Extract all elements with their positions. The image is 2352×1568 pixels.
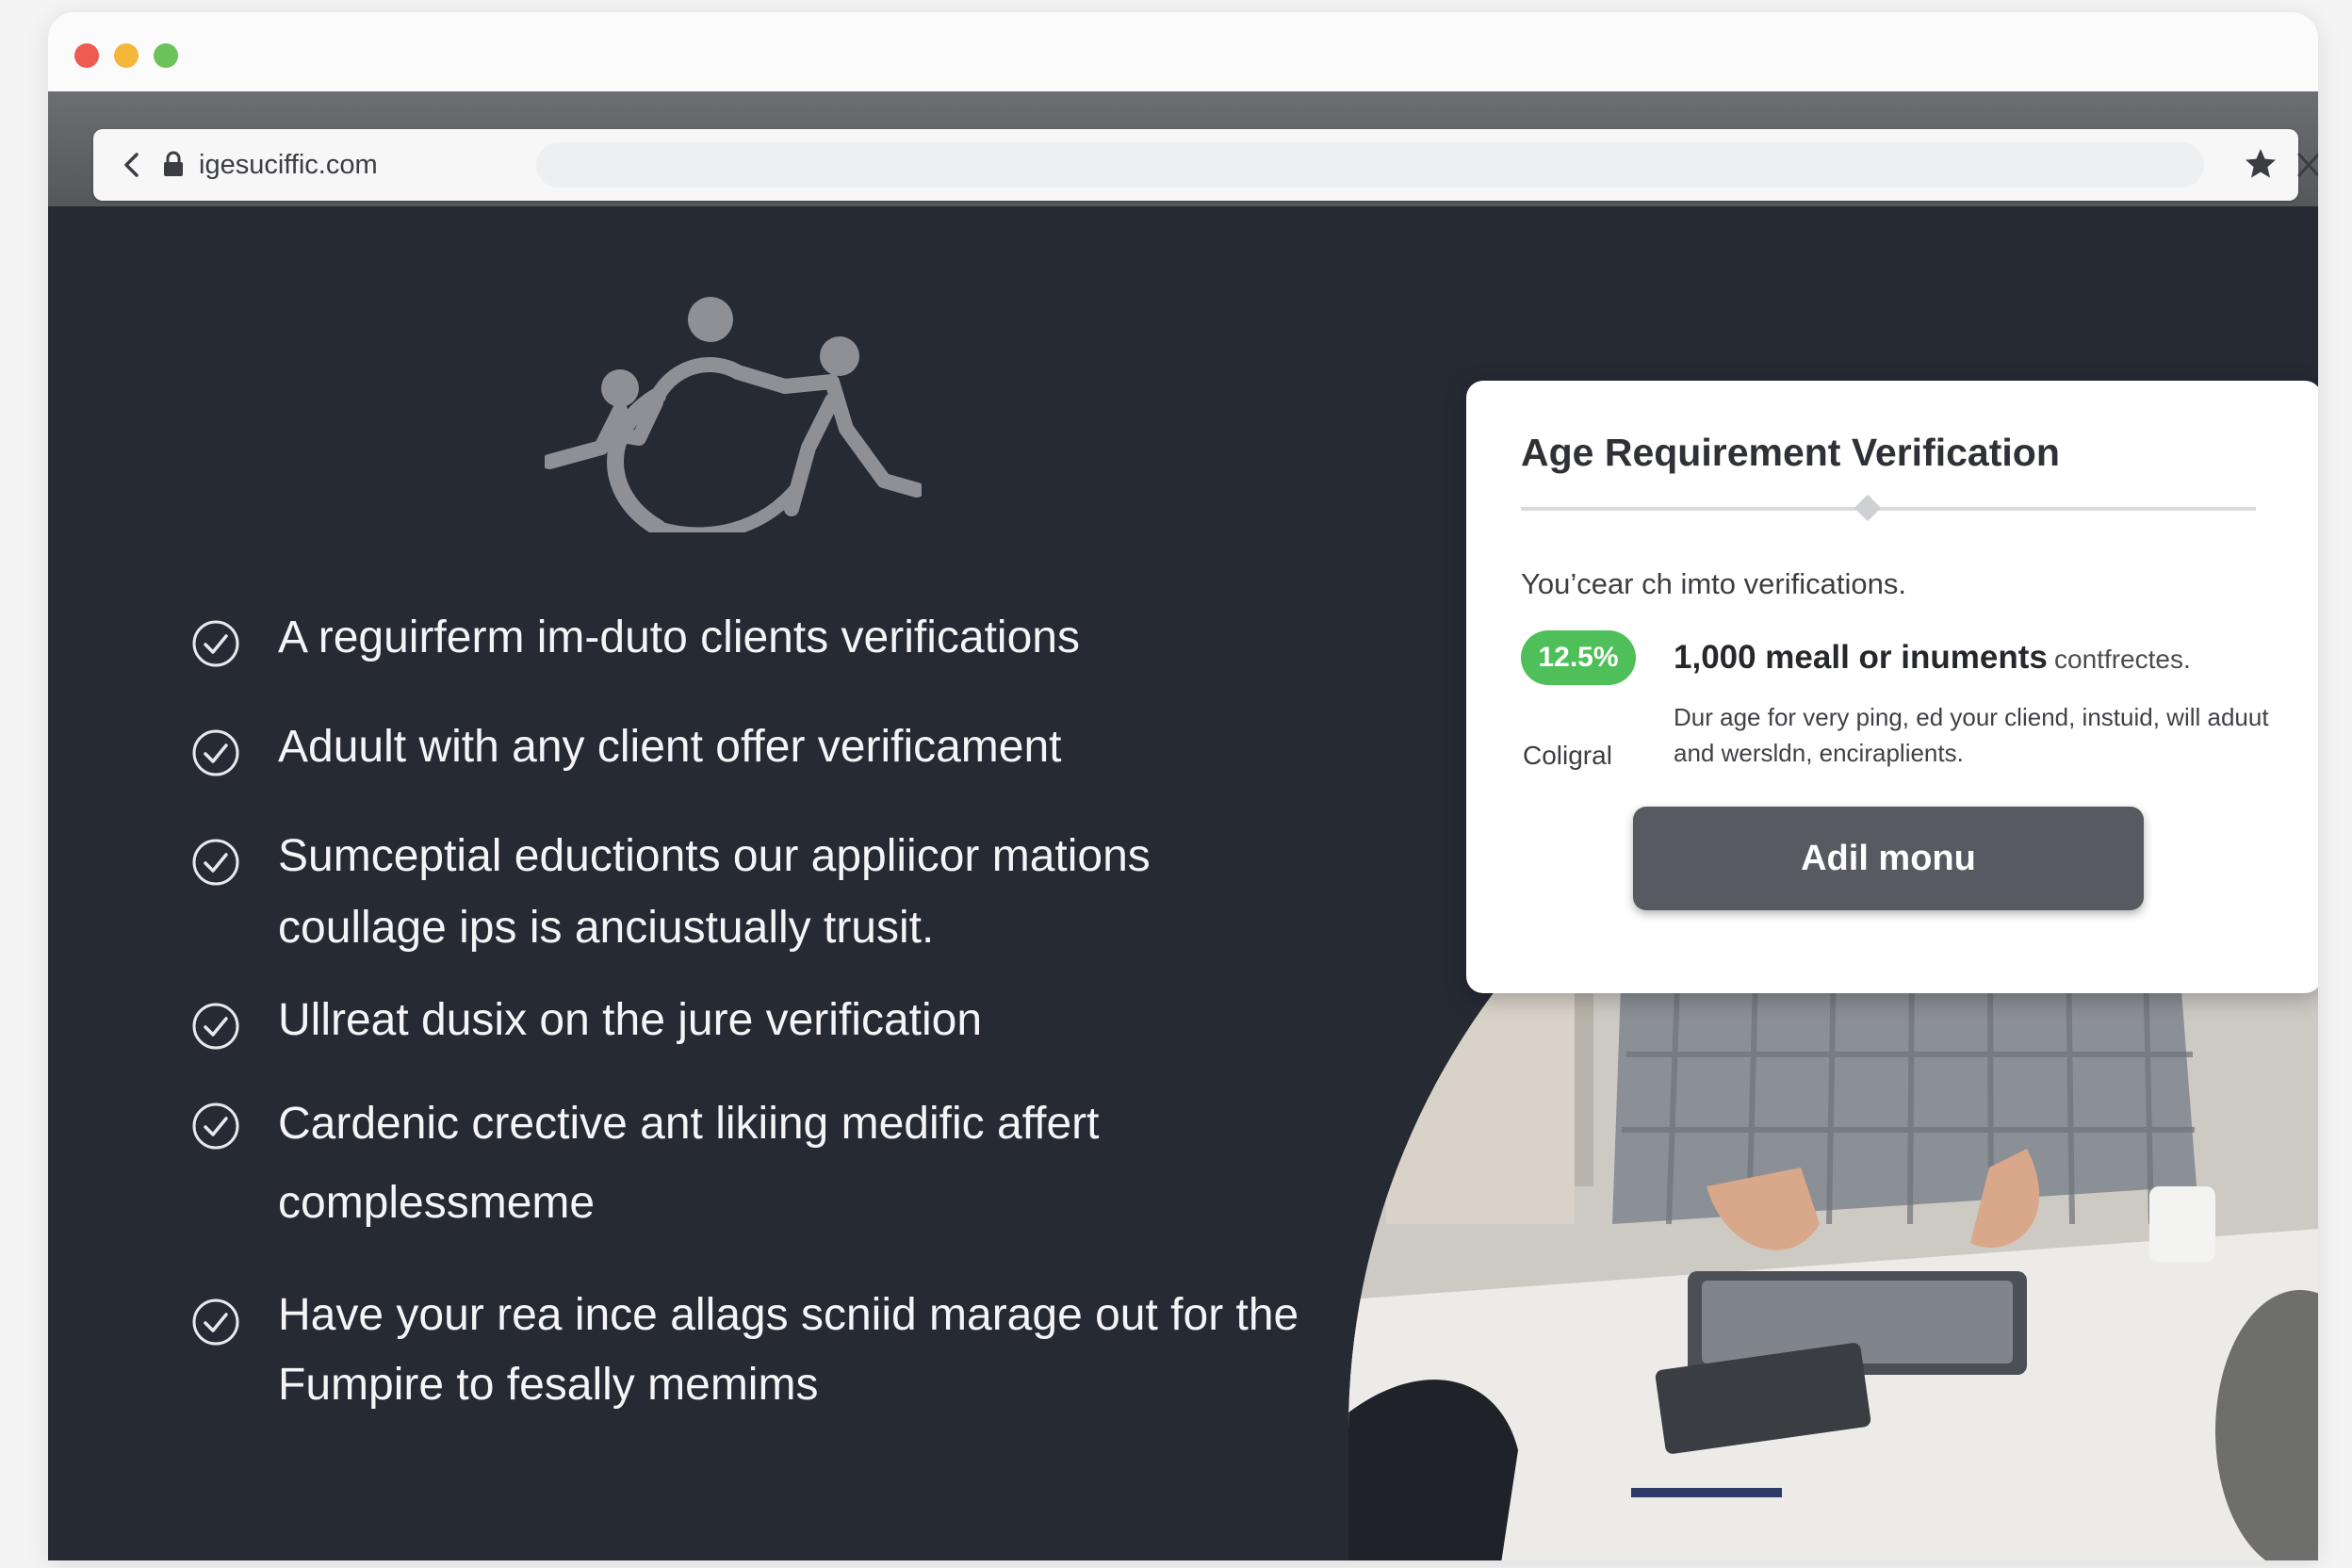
address-field-background [536, 142, 2204, 188]
stat-headline: 1,000 meall or inuments [1674, 639, 2048, 676]
check-circle-icon [192, 1003, 239, 1050]
check-circle-icon [192, 729, 239, 776]
card-title: Age Requirement Verification [1521, 431, 2060, 474]
divider-diamond-icon [1854, 494, 1882, 522]
card-divider [1521, 507, 2256, 511]
minimize-window-button[interactable] [114, 43, 139, 68]
card-subtitle: You’cear ch imto verifications. [1521, 567, 1906, 600]
check-circle-icon [192, 620, 239, 667]
maximize-window-button[interactable] [154, 43, 178, 68]
title-bar [48, 12, 2318, 91]
check-circle-icon [192, 1102, 239, 1150]
browser-toolbar: igesuciffic.com [48, 91, 2318, 206]
feature-text: Cardenic crective ant likiing medific af… [278, 1099, 1100, 1228]
url-text[interactable]: igesuciffic.com [199, 146, 378, 184]
stat-suffix: contfrectes. [2054, 645, 2191, 674]
people-circle-logo [545, 297, 922, 532]
feature-text: Have your rea ince allags scniid marage … [278, 1290, 1299, 1410]
stat-description: Dur age for very ping, ed your cliend, i… [1674, 703, 2269, 767]
feature-text: A reguirferm im-duto clients verificatio… [278, 612, 1080, 662]
percentage-badge: 12.5% [1521, 630, 1636, 685]
lock-icon [164, 151, 183, 176]
browser-window: igesuciffic.com A reguirferm im-duto cli… [48, 12, 2318, 1560]
verification-card: Age Requirement Verification You’cear ch… [1466, 381, 2318, 993]
check-circle-icon [192, 839, 239, 886]
check-circle-icon [192, 1298, 239, 1346]
feature-text: Aduult with any client offer verificamen… [278, 722, 1062, 772]
page-content: A reguirferm im-duto clients verificatio… [48, 206, 2318, 1560]
close-icon[interactable] [2296, 152, 2318, 178]
cta-button[interactable]: Adil monu [1633, 807, 2144, 910]
address-bar[interactable]: igesuciffic.com [93, 129, 2318, 201]
chevron-left-icon[interactable] [118, 150, 146, 180]
stat-label: Coligral [1523, 741, 1612, 770]
star-icon[interactable] [2244, 146, 2278, 182]
feature-text: Sumceptial eductionts our appliicor mati… [278, 831, 1151, 953]
feature-text: Ullreat dusix on the jure verification [278, 995, 983, 1045]
close-window-button[interactable] [74, 43, 99, 68]
